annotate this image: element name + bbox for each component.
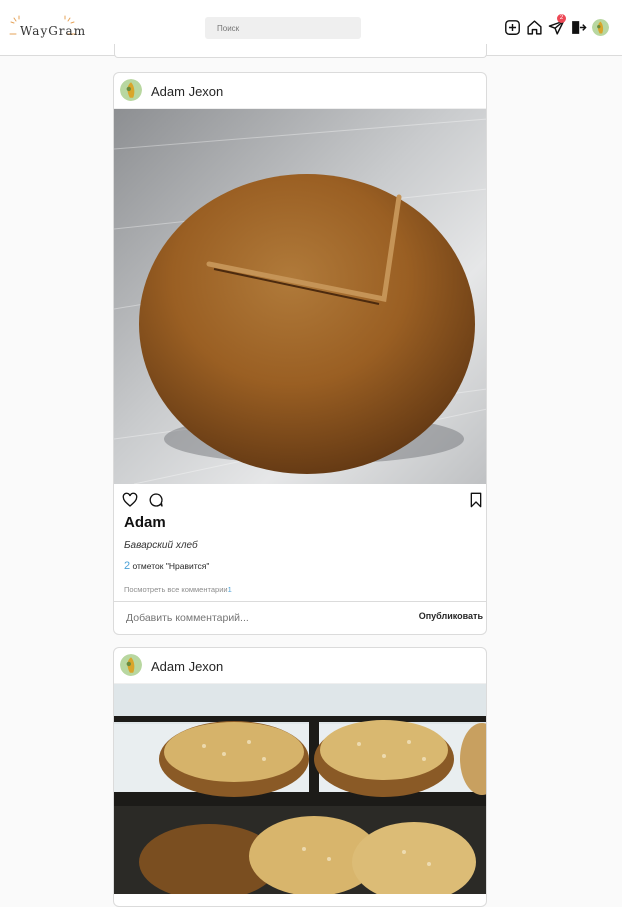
comment-input[interactable] [118, 603, 406, 633]
direct-button[interactable]: 2 [547, 14, 566, 36]
view-comments-label: Посмотреть все комментарии [124, 585, 228, 594]
comments-count: 1 [227, 585, 232, 594]
avatar [591, 18, 609, 36]
likes-label: отметок "Нравится" [132, 561, 210, 571]
logo-text: WayGram [20, 24, 87, 38]
view-comments-link[interactable]: Посмотреть все комментарии1 [124, 585, 232, 594]
profile-button[interactable] [591, 18, 609, 36]
caption-text: Баварский хлеб [124, 540, 198, 551]
author-name[interactable]: Adam Jexon [151, 84, 223, 99]
author-avatar[interactable] [120, 654, 142, 676]
post-photo [114, 684, 486, 894]
post-card: Adam Jexon [113, 72, 487, 635]
comment-bar: Опубликовать [114, 601, 486, 634]
home-icon [526, 19, 542, 35]
avatar-icon [120, 79, 142, 101]
logout-button[interactable] [569, 18, 587, 36]
bookmark-icon[interactable] [468, 492, 484, 508]
comment-icon[interactable] [148, 492, 164, 508]
author-name[interactable]: Adam Jexon [151, 659, 223, 674]
logo[interactable]: WayGram [8, 12, 85, 46]
avatar-icon [120, 654, 142, 676]
post-actions [114, 484, 486, 514]
like-icon[interactable] [122, 492, 138, 508]
add-post-button[interactable] [503, 18, 521, 36]
likes-line[interactable]: 2 отметок "Нравится" [124, 560, 209, 572]
caption-author[interactable]: Adam [124, 514, 166, 531]
nav-icons: 2 [503, 14, 609, 38]
likes-count: 2 [124, 560, 131, 572]
post-card: Adam Jexon [113, 647, 487, 907]
post-photo [114, 109, 486, 484]
publish-button[interactable]: Опубликовать [419, 611, 483, 621]
author-avatar[interactable] [120, 79, 142, 101]
post-header: Adam Jexon [114, 648, 486, 684]
post-header: Adam Jexon [114, 73, 486, 109]
home-button[interactable] [525, 18, 543, 36]
add-post-icon [504, 19, 520, 35]
notification-badge: 2 [557, 14, 566, 23]
logout-icon [571, 20, 587, 34]
previous-post-edge [114, 44, 487, 58]
search-input[interactable] [205, 17, 361, 39]
